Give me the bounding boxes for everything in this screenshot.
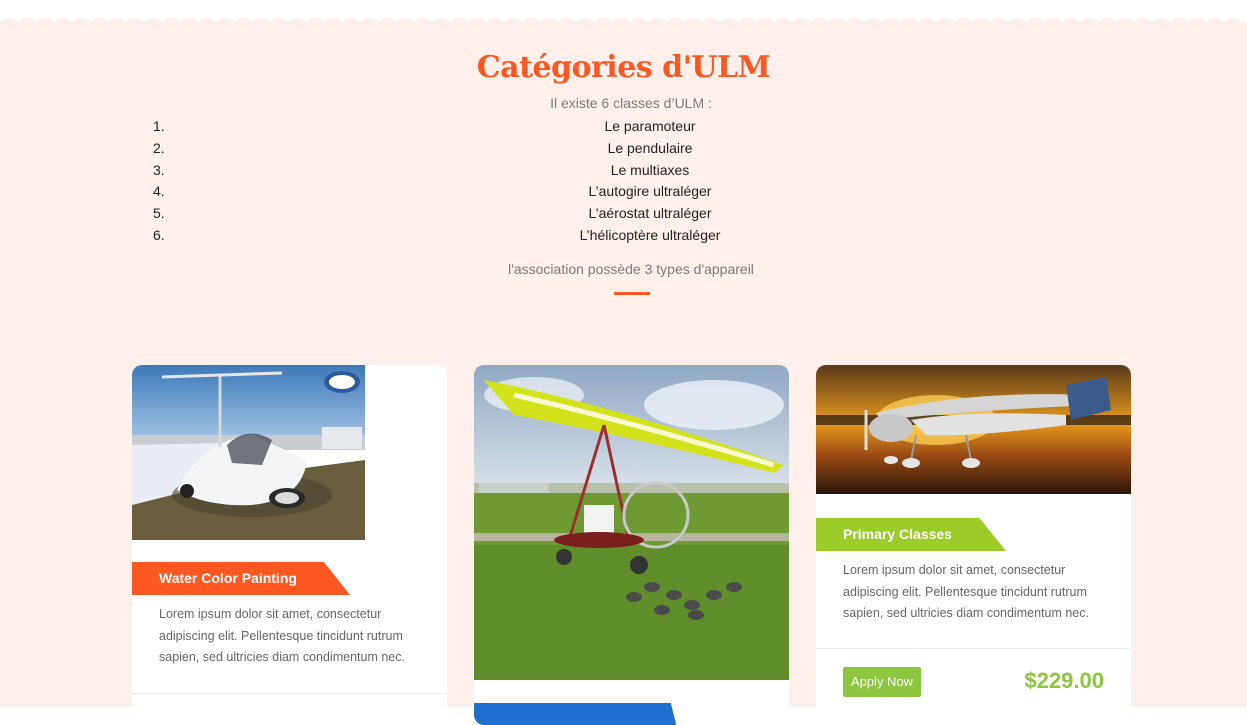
list-label: Le multiaxes: [610, 161, 690, 178]
section-subtitle: l'association possède 3 types d'appareil: [508, 261, 754, 277]
list-label: Le paramoteur: [604, 118, 696, 134]
list-item: 3. Le multiaxes: [0, 159, 1247, 181]
card-divider: [132, 693, 447, 694]
card-category-tag[interactable]: Primary Classes: [816, 518, 1006, 551]
trike-image: [474, 365, 789, 680]
list-item: 4. L’autogire ultraléger: [0, 180, 1247, 202]
card-description: Lorem ipsum dolor sit amet, consectetur …: [159, 607, 405, 664]
title-divider: [614, 292, 650, 295]
course-card-multiaxis[interactable]: Primary Classes Lorem ipsum dolor sit am…: [816, 365, 1131, 725]
multiaxis-plane-image: [816, 365, 1131, 494]
apply-now-button[interactable]: Apply Now: [843, 667, 921, 697]
section-intro: Il existe 6 classes d’ULM :: [550, 95, 712, 111]
list-item: 6. L’hélicoptère ultraléger: [0, 224, 1247, 246]
list-item: 1. Le paramoteur: [0, 115, 1247, 137]
card-category-tag[interactable]: [474, 703, 679, 725]
ulm-categories-list: 1. Le paramoteur 2. Le pendulaire 3. Le mul…: [0, 115, 1247, 246]
list-item: 5. L’aérostat ultraléger: [0, 202, 1247, 224]
card-price: $229.00: [1024, 668, 1104, 693]
list-label: L’autogire ultraléger: [588, 183, 712, 200]
autogyro-image: [132, 365, 365, 540]
list-item: 2. Le pendulaire: [0, 137, 1247, 159]
card-divider: [816, 648, 1131, 649]
section-title: Catégories d'ULM: [476, 50, 771, 85]
card-category-tag[interactable]: Water Color Painting: [132, 562, 350, 595]
list-label: L’hélicoptère ultraléger: [579, 226, 721, 243]
list-label: Le pendulaire: [607, 139, 693, 156]
list-label: L’aérostat ultraléger: [588, 205, 712, 222]
course-card-autogyro[interactable]: Water Color Painting Lorem ipsum dolor s…: [132, 365, 447, 725]
card-description: Lorem ipsum dolor sit amet, consectetur …: [843, 563, 1089, 620]
course-card-trike[interactable]: [474, 365, 789, 725]
